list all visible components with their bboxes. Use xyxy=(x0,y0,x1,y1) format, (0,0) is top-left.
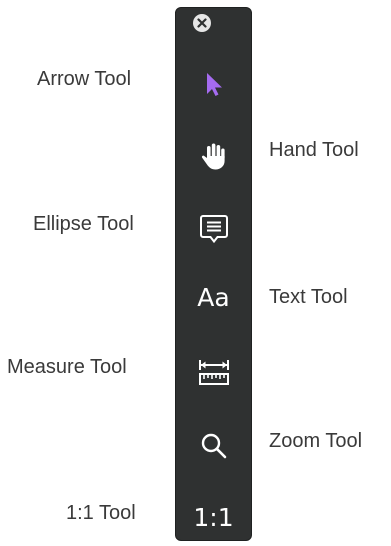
hand-icon xyxy=(198,140,230,172)
arrow-cursor-icon xyxy=(202,70,226,98)
close-icon[interactable] xyxy=(193,14,211,32)
ruler-measure-icon xyxy=(197,356,231,390)
text-aa-icon: Aa xyxy=(197,282,230,312)
zoom-tool-button[interactable] xyxy=(176,418,251,474)
zoom-tool-label: Zoom Tool xyxy=(269,430,363,452)
hand-tool-label: Hand Tool xyxy=(269,139,359,161)
comment-bubble-icon xyxy=(199,213,229,245)
hand-tool-button[interactable] xyxy=(176,128,251,184)
tool-palette-legend: Aa 1:1 Arrow Tool Hand Tool Ellipse Tool… xyxy=(0,0,391,546)
ellipse-tool-button[interactable] xyxy=(176,201,251,257)
text-tool-button[interactable]: Aa xyxy=(176,269,251,325)
one-to-one-icon: 1:1 xyxy=(193,502,234,532)
text-tool-label: Text Tool xyxy=(269,286,348,308)
arrow-tool-button[interactable] xyxy=(176,56,251,112)
one-to-one-tool-label: 1:1 Tool xyxy=(66,502,136,524)
one-to-one-tool-button[interactable]: 1:1 xyxy=(176,489,251,545)
toolbar-panel: Aa 1:1 xyxy=(175,7,252,541)
measure-tool-label: Measure Tool xyxy=(7,356,127,378)
arrow-tool-label: Arrow Tool xyxy=(37,68,132,90)
ellipse-tool-label: Ellipse Tool xyxy=(33,213,134,235)
magnifier-icon xyxy=(199,431,229,461)
measure-tool-button[interactable] xyxy=(176,345,251,401)
